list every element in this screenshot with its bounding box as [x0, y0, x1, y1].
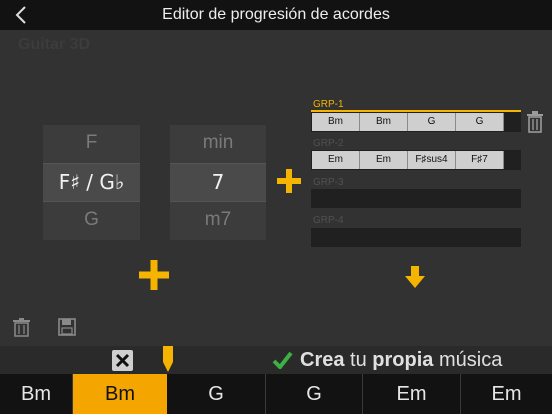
- check-icon: [272, 351, 293, 369]
- group-3-label[interactable]: GRP-3: [313, 177, 344, 188]
- group-1-chord[interactable]: G: [408, 113, 456, 131]
- promo-word-tu: tu: [344, 349, 373, 371]
- app-watermark: Guitar 3D: [18, 36, 91, 53]
- progression-chord[interactable]: Em: [461, 374, 552, 414]
- promo-word-propia: propia: [372, 349, 434, 371]
- save-floppy-icon[interactable]: [58, 318, 76, 336]
- group-4-label[interactable]: GRP-4: [313, 215, 344, 226]
- promo-word-crea: Crea: [300, 349, 345, 371]
- group-1-bar[interactable]: Bm Bm G G: [311, 112, 521, 132]
- add-to-progression-plus-icon[interactable]: [139, 260, 169, 290]
- promo-slogan: Crea tu propia música: [300, 346, 502, 374]
- chord-type-below[interactable]: m7: [170, 209, 266, 231]
- progression-chord[interactable]: Bm: [0, 374, 73, 414]
- group-2-label[interactable]: GRP-2: [313, 138, 344, 149]
- page-title: Editor de progresión de acordes: [162, 6, 390, 23]
- progression-chord[interactable]: G: [266, 374, 363, 414]
- group-1-chord[interactable]: Bm: [360, 113, 408, 131]
- group-2-chord[interactable]: Em: [360, 151, 408, 169]
- remove-chord-x-icon[interactable]: [112, 350, 133, 371]
- group-1-chord[interactable]: G: [456, 113, 504, 131]
- progression-chord[interactable]: G: [167, 374, 266, 414]
- group-1-label[interactable]: GRP-1: [313, 99, 344, 110]
- arrow-down-icon[interactable]: [405, 266, 425, 288]
- root-note-selected[interactable]: F♯ / G♭: [43, 163, 140, 202]
- trash-icon[interactable]: [526, 111, 544, 133]
- group-1-chord[interactable]: Bm: [312, 113, 360, 131]
- root-note-below[interactable]: G: [43, 209, 140, 231]
- progression-chord[interactable]: Em: [363, 374, 461, 414]
- group-2-chord[interactable]: F♯sus4: [408, 151, 456, 169]
- delete-progression-trash-icon[interactable]: [13, 318, 30, 337]
- progression-chord-selected[interactable]: Bm: [73, 374, 167, 414]
- promo-word-musica: música: [433, 349, 503, 371]
- root-note-wheel[interactable]: F F♯ / G♭ G: [43, 125, 140, 240]
- add-to-group-plus-icon[interactable]: [277, 169, 301, 193]
- chord-type-selected[interactable]: 7: [170, 163, 266, 202]
- root-note-above[interactable]: F: [43, 132, 140, 154]
- chord-type-above[interactable]: min: [170, 132, 266, 154]
- chord-type-wheel[interactable]: min 7 m7: [170, 125, 266, 240]
- playhead-marker-icon[interactable]: [162, 346, 174, 372]
- group-4-bar[interactable]: [311, 228, 521, 247]
- group-2-chord[interactable]: Em: [312, 151, 360, 169]
- group-3-bar[interactable]: [311, 189, 521, 208]
- group-2-bar[interactable]: Em Em F♯sus4 F♯7: [311, 150, 521, 170]
- group-2-chord[interactable]: F♯7: [456, 151, 504, 169]
